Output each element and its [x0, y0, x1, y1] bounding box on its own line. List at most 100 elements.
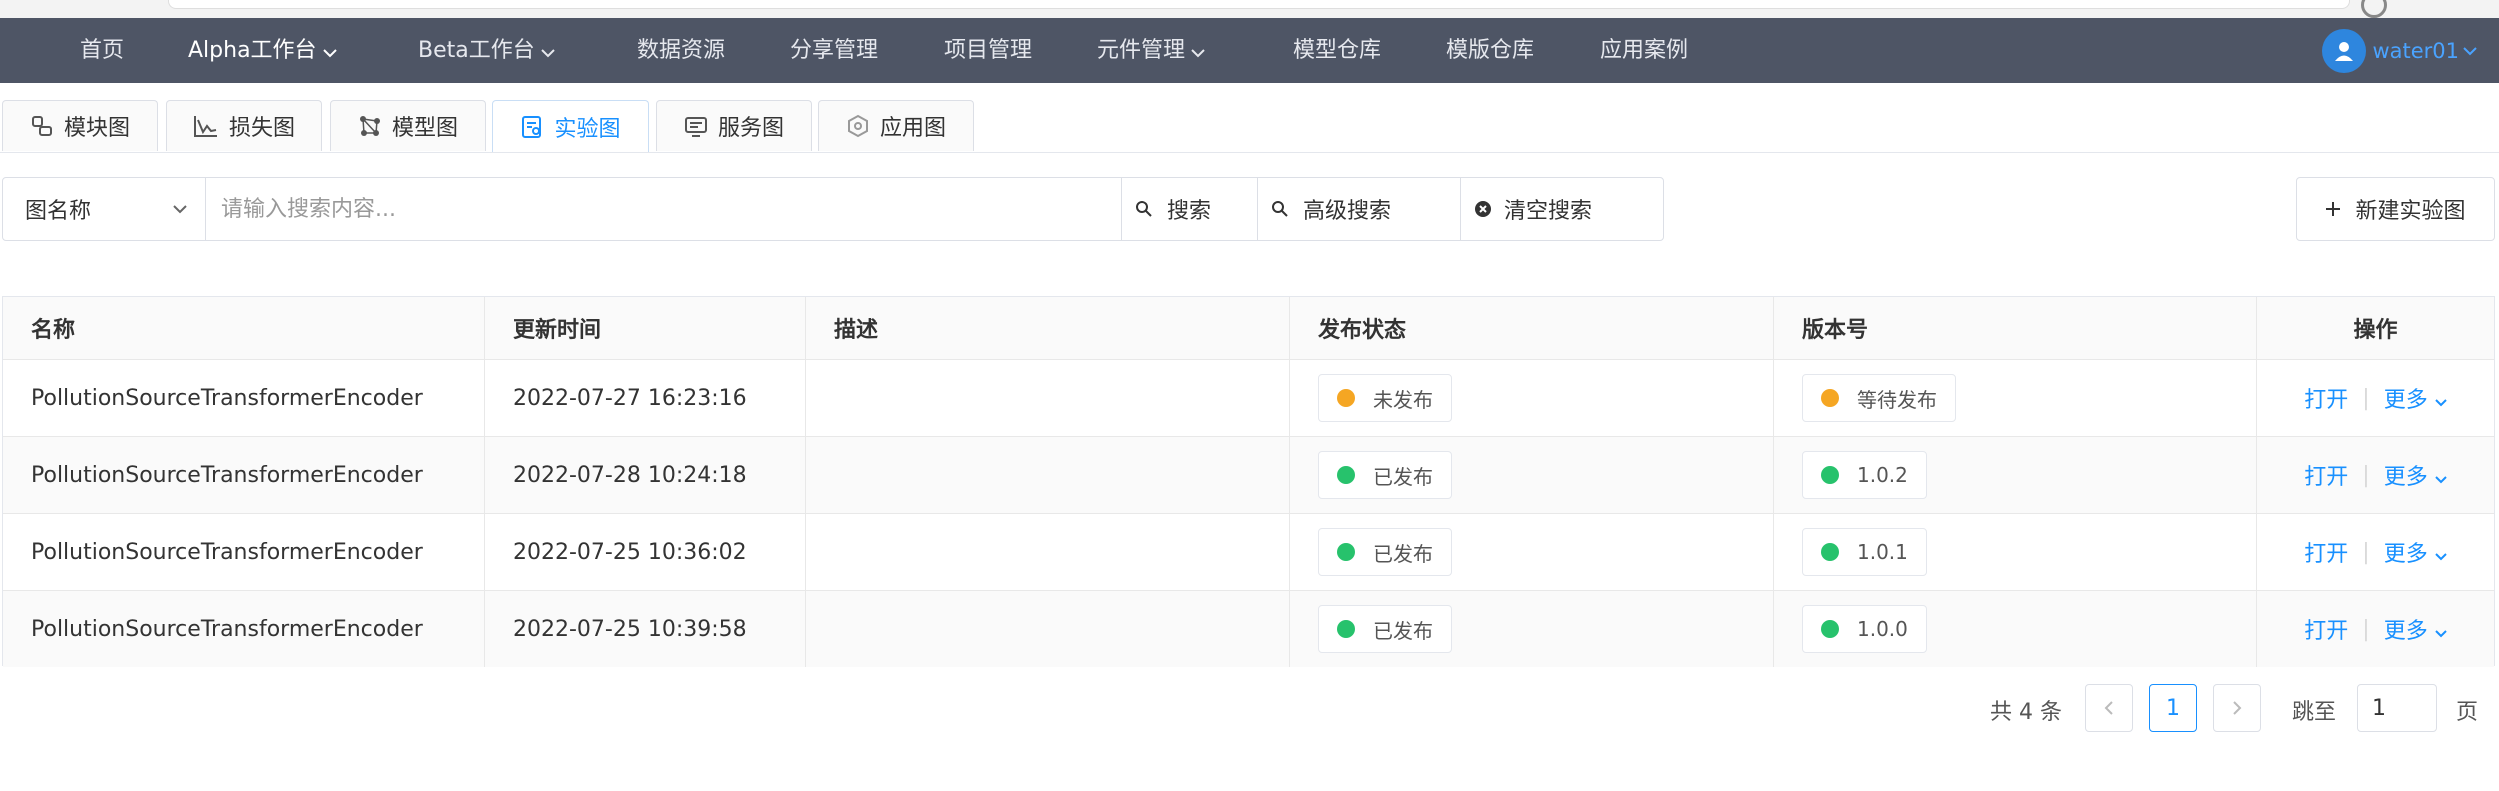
- divider: [1121, 178, 1122, 240]
- nav-item-label: Beta工作台: [418, 38, 535, 63]
- cell-updated: 2022-07-28 10:24:18: [485, 437, 806, 513]
- tab-experiment-graph[interactable]: 实验图: [492, 100, 649, 152]
- nav-item-template-repository[interactable]: 模版仓库: [1446, 18, 1534, 83]
- version-dot: [1821, 389, 1839, 407]
- cell-updated: 2022-07-25 10:39:58: [485, 591, 806, 667]
- cell-name: PollutionSourceTransformerEncoder: [3, 360, 485, 436]
- more-dropdown[interactable]: 更多: [2384, 613, 2447, 645]
- cell-ops: 打开 | 更多: [2257, 591, 2494, 667]
- more-dropdown[interactable]: 更多: [2384, 536, 2447, 568]
- pagination-total: 共 4 条: [1990, 700, 2062, 725]
- search-field-select-value: 图名称: [25, 199, 92, 224]
- browser-menu-icon[interactable]: [2361, 0, 2387, 18]
- header-updated: 更新时间: [485, 297, 806, 359]
- divider: |: [2362, 539, 2370, 565]
- jump-page-input[interactable]: [2357, 684, 2437, 732]
- nav-item-model-repository[interactable]: 模型仓库: [1293, 18, 1381, 83]
- avatar[interactable]: [2322, 28, 2367, 73]
- open-link[interactable]: 打开: [2304, 613, 2348, 645]
- clear-search-button[interactable]: 清空搜索: [1474, 178, 1654, 240]
- open-link[interactable]: 打开: [2304, 382, 2348, 414]
- cell-updated: 2022-07-25 10:36:02: [485, 514, 806, 590]
- prev-page-button[interactable]: [2085, 684, 2133, 732]
- version-label: 1.0.2: [1857, 463, 1908, 487]
- tab-label: 模块图: [63, 116, 130, 141]
- more-dropdown[interactable]: 更多: [2384, 382, 2447, 414]
- search-button-label: 搜索: [1167, 199, 1212, 224]
- advanced-search-label: 高级搜索: [1303, 199, 1392, 224]
- tab-service-graph[interactable]: 服务图: [656, 100, 812, 151]
- chevron-down-icon: [2435, 399, 2447, 407]
- nav-item-data-resources[interactable]: 数据资源: [637, 18, 725, 83]
- tab-loss-chart[interactable]: 损失图: [166, 100, 322, 151]
- status-badge: 已发布: [1318, 528, 1452, 576]
- new-experiment-graph-label: 新建实验图: [2355, 199, 2466, 224]
- nav-item-label: 数据资源: [637, 38, 726, 63]
- tab-application-graph[interactable]: 应用图: [818, 100, 974, 151]
- advanced-search-button[interactable]: 高级搜索: [1271, 178, 1451, 240]
- cell-version: 等待发布: [1774, 360, 2257, 436]
- cell-status: 已发布: [1290, 591, 1774, 667]
- nav-item-application-cases[interactable]: 应用案例: [1600, 18, 1688, 83]
- nav-item-label: 分享管理: [790, 38, 879, 63]
- search-input[interactable]: [219, 195, 1103, 223]
- graph-type-tabs: 模块图 损失图 模型图 实验图 服务图 应用图: [0, 100, 2499, 153]
- page-number-button[interactable]: 1: [2149, 684, 2197, 732]
- header-version: 版本号: [1774, 297, 2257, 359]
- search-button[interactable]: 搜索: [1135, 178, 1255, 240]
- version-label: 等待发布: [1857, 387, 1937, 412]
- version-badge: 1.0.0: [1802, 605, 1927, 653]
- next-page-button[interactable]: [2213, 684, 2261, 732]
- new-experiment-graph-button[interactable]: 新建实验图: [2296, 177, 2495, 241]
- tab-label: 损失图: [228, 116, 295, 141]
- service-graph-icon: [684, 117, 707, 137]
- version-badge: 1.0.1: [1802, 528, 1927, 576]
- status-dot: [1337, 389, 1355, 407]
- search-field-select[interactable]: 图名称: [25, 178, 187, 240]
- chevron-down-icon: [1191, 19, 1205, 84]
- status-dot: [1337, 543, 1355, 561]
- status-dot: [1337, 620, 1355, 638]
- nav-item-label: 首页: [80, 38, 125, 63]
- nav-item-project-management[interactable]: 项目管理: [944, 18, 1032, 83]
- tab-model-graph[interactable]: 模型图: [330, 100, 486, 151]
- table-row: PollutionSourceTransformerEncoder 2022-0…: [3, 513, 2494, 590]
- tab-label: 实验图: [554, 116, 621, 142]
- experiment-graph-table: 名称 更新时间 描述 发布状态 版本号 操作 PollutionSourceTr…: [2, 296, 2495, 667]
- more-dropdown[interactable]: 更多: [2384, 459, 2447, 491]
- more-label: 更多: [2383, 542, 2428, 567]
- nav-item-share-management[interactable]: 分享管理: [790, 18, 878, 83]
- nav-item-component-management[interactable]: 元件管理: [1097, 18, 1205, 83]
- chevron-down-icon: [541, 19, 555, 84]
- nav-item-label: 项目管理: [944, 38, 1033, 63]
- tab-label: 模型图: [391, 116, 458, 141]
- user-name[interactable]: water01: [2372, 39, 2459, 63]
- header-name: 名称: [3, 297, 485, 359]
- cell-desc: [806, 437, 1290, 513]
- more-label: 更多: [2383, 465, 2428, 490]
- loss-chart-icon: [193, 116, 217, 137]
- page-unit-label: 页: [2456, 700, 2479, 725]
- status-label: 已发布: [1373, 541, 1433, 566]
- nav-item-home[interactable]: 首页: [80, 18, 124, 83]
- nav-item-label: 元件管理: [1097, 38, 1186, 63]
- version-dot: [1821, 620, 1839, 638]
- nav-item-beta-workbench[interactable]: Beta工作台: [418, 18, 555, 83]
- status-badge: 未发布: [1318, 374, 1452, 422]
- chevron-down-icon: [2435, 553, 2447, 561]
- open-link[interactable]: 打开: [2304, 459, 2348, 491]
- open-link[interactable]: 打开: [2304, 536, 2348, 568]
- tab-label: 应用图: [879, 116, 946, 141]
- tab-module-graph[interactable]: 模块图: [2, 100, 158, 151]
- user-icon: [2335, 41, 2354, 61]
- divider: [1460, 178, 1461, 240]
- nav-item-alpha-workbench[interactable]: Alpha工作台: [188, 18, 337, 83]
- nav-item-label: 模版仓库: [1446, 38, 1535, 63]
- tab-label: 服务图: [717, 116, 784, 141]
- divider: |: [2362, 385, 2370, 411]
- clear-search-label: 清空搜索: [1504, 199, 1593, 224]
- table-row: PollutionSourceTransformerEncoder 2022-0…: [3, 590, 2494, 667]
- user-menu[interactable]: water01: [2322, 18, 2477, 83]
- search-icon: [1272, 201, 1288, 217]
- cell-ops: 打开 | 更多: [2257, 514, 2494, 590]
